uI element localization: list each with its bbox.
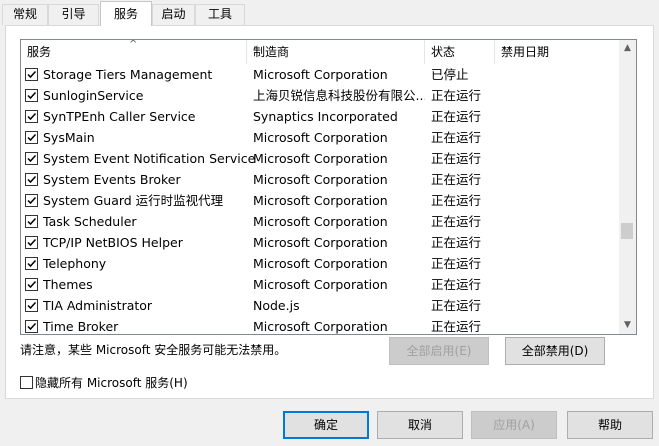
- service-name: Storage Tiers Management: [43, 67, 213, 82]
- scroll-down-icon[interactable]: ▼: [619, 317, 636, 334]
- service-name: SysMain: [43, 130, 95, 145]
- service-checkbox[interactable]: [25, 194, 38, 207]
- tab-startup[interactable]: 启动: [152, 4, 195, 25]
- service-status: 正在运行: [431, 277, 482, 292]
- service-checkbox[interactable]: [25, 152, 38, 165]
- service-row[interactable]: Themes Microsoft Corporation 正在运行: [21, 274, 620, 295]
- service-row[interactable]: SunloginService 上海贝锐信息科技股份有限公... 正在运行: [21, 85, 620, 106]
- service-name: Task Scheduler: [43, 214, 137, 229]
- vertical-scrollbar[interactable]: ▲ ▼: [619, 40, 636, 334]
- service-rows: Storage Tiers Management Microsoft Corpor…: [21, 64, 620, 334]
- service-name: SynTPEnh Caller Service: [43, 109, 196, 124]
- help-button[interactable]: 帮助: [567, 411, 653, 439]
- service-name: Themes: [43, 277, 93, 292]
- service-row[interactable]: Task Scheduler Microsoft Corporation 正在运行: [21, 211, 620, 232]
- list-header: 服务 ^ 制造商 状态 禁用日期: [21, 40, 620, 64]
- service-status: 正在运行: [431, 298, 482, 313]
- tab-services[interactable]: 服务: [100, 1, 152, 26]
- service-name: System Events Broker: [43, 172, 181, 187]
- tab-tools[interactable]: 工具: [195, 4, 245, 25]
- service-name: TIA Administrator: [43, 298, 153, 313]
- tab-bar: 常规 引导 服务 启动 工具: [0, 0, 659, 26]
- column-header-manufacturer[interactable]: 制造商: [247, 40, 425, 64]
- service-row[interactable]: System Events Broker Microsoft Corporatio…: [21, 169, 620, 190]
- service-manufacturer: Node.js: [253, 298, 300, 313]
- service-manufacturer: Microsoft Corporation: [253, 214, 388, 229]
- service-name: TCP/IP NetBIOS Helper: [43, 235, 183, 250]
- service-manufacturer: Microsoft Corporation: [253, 235, 388, 250]
- service-name: SunloginService: [43, 88, 144, 103]
- column-header-disabled-date[interactable]: 禁用日期: [495, 40, 620, 64]
- service-status: 正在运行: [431, 235, 482, 250]
- service-row[interactable]: System Guard 运行时监视代理 Microsoft Corporatio…: [21, 190, 620, 211]
- service-checkbox[interactable]: [25, 131, 38, 144]
- service-manufacturer: 上海贝锐信息科技股份有限公...: [253, 88, 425, 103]
- service-row[interactable]: Storage Tiers Management Microsoft Corpor…: [21, 64, 620, 85]
- service-status: 正在运行: [431, 214, 482, 229]
- service-checkbox[interactable]: [25, 278, 38, 291]
- enable-all-button[interactable]: 全部启用(E): [389, 337, 489, 365]
- hide-ms-checkbox-box[interactable]: [20, 376, 33, 389]
- service-manufacturer: Synaptics Incorporated: [253, 109, 398, 124]
- service-checkbox[interactable]: [25, 68, 38, 81]
- scroll-up-icon[interactable]: ▲: [619, 40, 636, 57]
- service-status: 已停止: [431, 67, 469, 82]
- ok-button[interactable]: 确定: [283, 411, 369, 439]
- column-header-status[interactable]: 状态: [425, 40, 495, 64]
- scrollbar-thumb[interactable]: [621, 222, 633, 239]
- service-checkbox[interactable]: [25, 299, 38, 312]
- service-checkbox[interactable]: [25, 173, 38, 186]
- service-status: 正在运行: [431, 193, 482, 208]
- service-checkbox[interactable]: [25, 257, 38, 270]
- column-header-service-label: 服务: [27, 45, 52, 59]
- security-note: 请注意，某些 Microsoft 安全服务可能无法禁用。: [20, 343, 287, 357]
- service-name: System Event Notification Service: [43, 151, 256, 166]
- service-status: 正在运行: [431, 172, 482, 187]
- service-row[interactable]: System Event Notification Service Microso…: [21, 148, 620, 169]
- service-manufacturer: Microsoft Corporation: [253, 277, 388, 292]
- service-manufacturer: Microsoft Corporation: [253, 256, 388, 271]
- services-list[interactable]: 服务 ^ 制造商 状态 禁用日期 Storage Tiers Managemen…: [20, 39, 637, 335]
- disable-all-button[interactable]: 全部禁用(D): [505, 337, 605, 365]
- service-row[interactable]: SynTPEnh Caller Service Synaptics Incorpo…: [21, 106, 620, 127]
- service-manufacturer: Microsoft Corporation: [253, 172, 388, 187]
- cancel-button[interactable]: 取消: [377, 411, 463, 439]
- service-manufacturer: Microsoft Corporation: [253, 193, 388, 208]
- service-checkbox[interactable]: [25, 110, 38, 123]
- service-name: Telephony: [43, 256, 107, 271]
- service-checkbox[interactable]: [25, 215, 38, 228]
- tab-boot[interactable]: 引导: [48, 4, 99, 25]
- service-status: 正在运行: [431, 151, 482, 166]
- tab-general[interactable]: 常规: [2, 4, 48, 25]
- service-manufacturer: Microsoft Corporation: [253, 130, 388, 145]
- service-status: 正在运行: [431, 109, 482, 124]
- column-header-service[interactable]: 服务 ^: [21, 40, 247, 64]
- service-row[interactable]: SysMain Microsoft Corporation 正在运行: [21, 127, 620, 148]
- service-manufacturer: Microsoft Corporation: [253, 67, 388, 82]
- service-row[interactable]: Time Broker Microsoft Corporation 正在运行: [21, 316, 620, 334]
- service-checkbox[interactable]: [25, 320, 38, 333]
- service-status: 正在运行: [431, 88, 482, 103]
- service-name: Time Broker: [43, 319, 119, 334]
- sort-ascending-icon: ^: [129, 39, 138, 50]
- service-status: 正在运行: [431, 130, 482, 145]
- service-status: 正在运行: [431, 256, 482, 271]
- service-status: 正在运行: [431, 319, 482, 334]
- service-manufacturer: Microsoft Corporation: [253, 319, 388, 334]
- service-row[interactable]: TIA Administrator Node.js 正在运行: [21, 295, 620, 316]
- service-name: System Guard 运行时监视代理: [43, 193, 224, 208]
- service-row[interactable]: TCP/IP NetBIOS Helper Microsoft Corporati…: [21, 232, 620, 253]
- service-row[interactable]: Telephony Microsoft Corporation 正在运行: [21, 253, 620, 274]
- service-checkbox[interactable]: [25, 89, 38, 102]
- apply-button[interactable]: 应用(A): [471, 411, 557, 439]
- hide-ms-label: 隐藏所有 Microsoft 服务(H): [35, 376, 188, 390]
- service-manufacturer: Microsoft Corporation: [253, 151, 388, 166]
- service-checkbox[interactable]: [25, 236, 38, 249]
